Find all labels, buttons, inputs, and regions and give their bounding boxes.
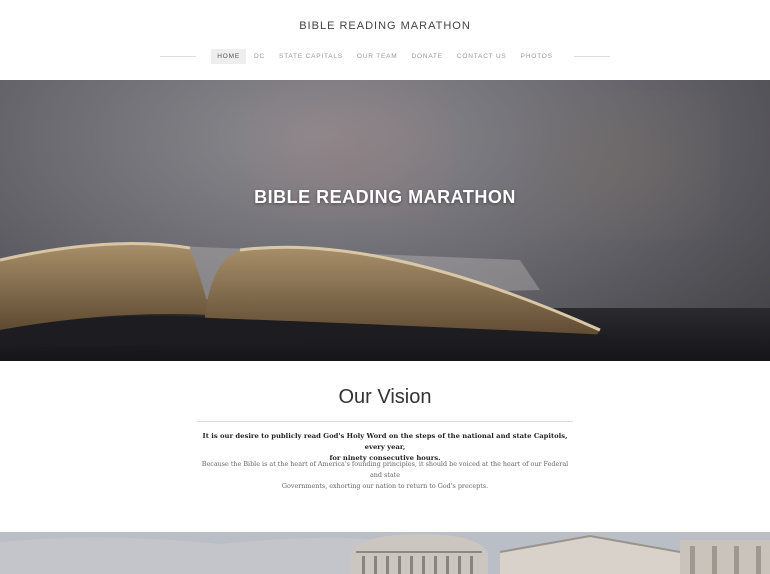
vision-body-line: Because the Bible is at the heart of Ame… (201, 460, 569, 479)
capitol-image-banner (0, 532, 770, 574)
hero-banner: BIBLE READING MARATHON (0, 80, 770, 361)
nav-item-dc[interactable]: DC (248, 49, 271, 64)
nav-item-donate[interactable]: DONATE (406, 49, 449, 64)
nav-item-state-capitals[interactable]: STATE CAPITALS (273, 49, 349, 64)
nav-item-photos[interactable]: PHOTOS (515, 49, 559, 64)
section-divider (197, 421, 573, 422)
hero-title: BIBLE READING MARATHON (254, 187, 516, 207)
vision-body-line: Governments, exhorting our nation to ret… (281, 482, 489, 490)
site-title[interactable]: BIBLE READING MARATHON (0, 20, 770, 32)
nav-item-home[interactable]: HOME (211, 49, 246, 64)
open-book-image (0, 242, 770, 361)
vision-body-text: Because the Bible is at the heart of Ame… (200, 459, 570, 492)
nav-divider-right (573, 56, 610, 57)
capitol-building-image (0, 532, 770, 574)
nav-item-contact-us[interactable]: CONTACT US (451, 49, 513, 64)
main-nav: HOME DC STATE CAPITALS OUR TEAM DONATE C… (0, 49, 770, 64)
nav-divider-left (160, 56, 197, 57)
hero-background-blur (520, 90, 720, 240)
nav-item-our-team[interactable]: OUR TEAM (351, 49, 404, 64)
section-title: Our Vision (338, 386, 432, 408)
vision-lead-line: It is our desire to publicly read God's … (202, 432, 568, 451)
